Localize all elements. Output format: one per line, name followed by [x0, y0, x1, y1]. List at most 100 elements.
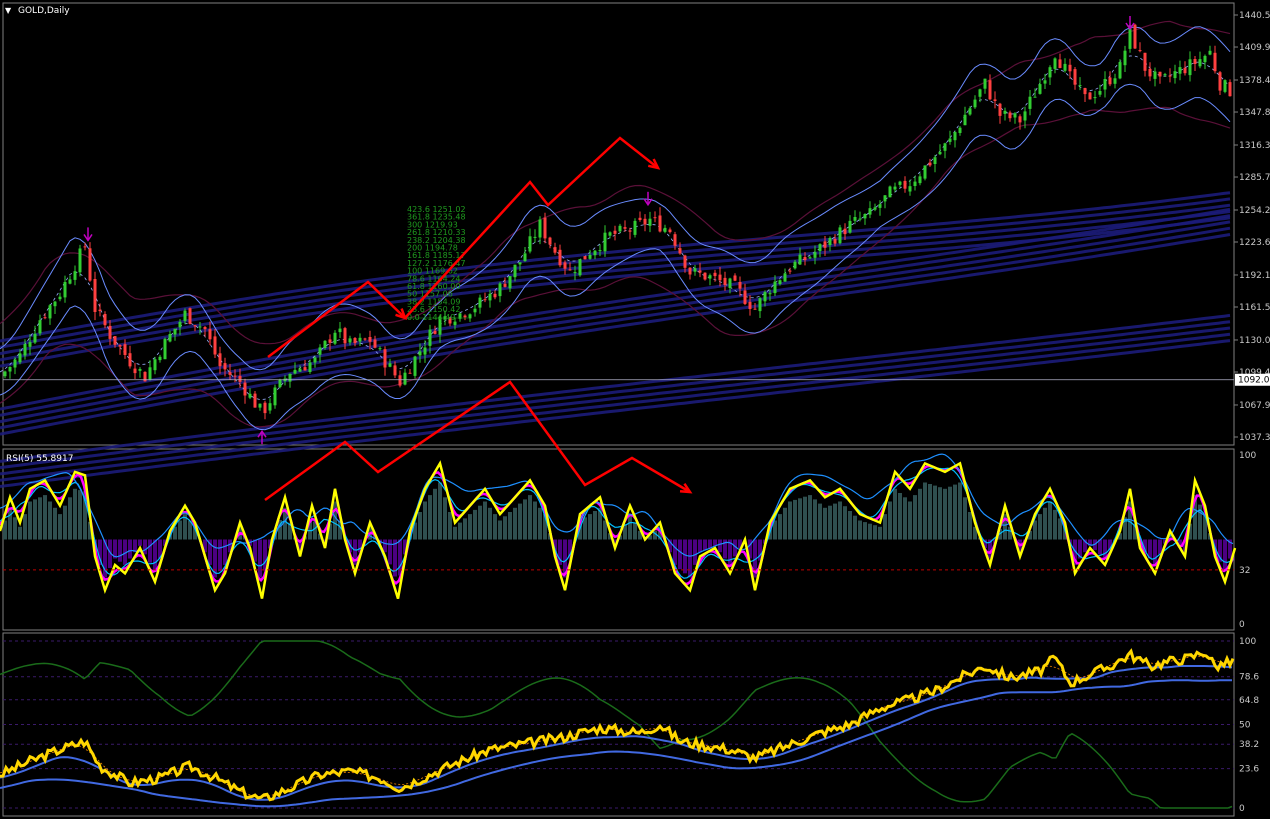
candle-body: [33, 333, 37, 343]
candle-body: [1048, 67, 1052, 78]
candle-body: [703, 272, 707, 280]
rsi-histogram-bar: [23, 514, 27, 540]
candle-body: [593, 250, 597, 256]
rsi-histogram-bar: [33, 499, 37, 540]
candle-body: [718, 274, 722, 281]
rsi-histogram-bar: [718, 539, 722, 553]
rsi-histogram-bar: [78, 490, 82, 540]
rsi-histogram-bar: [693, 539, 697, 565]
fib-level-label: 0.0 1144.49: [407, 313, 455, 322]
candle-body: [838, 227, 842, 244]
candle-body: [53, 301, 57, 307]
candle-body: [1113, 78, 1117, 84]
candle-body: [688, 267, 692, 275]
candle-body: [673, 234, 677, 246]
candle-body: [1193, 59, 1197, 64]
rsi-histogram-bar: [58, 514, 62, 540]
rsi-histogram-bar: [833, 503, 837, 540]
rsi-histogram-bar: [953, 484, 957, 540]
candle-body: [683, 255, 687, 268]
rsi-histogram-bar: [138, 539, 142, 546]
candle-body: [993, 99, 997, 101]
candle-body: [693, 268, 697, 272]
rsi-axis-label: 100: [1239, 451, 1256, 461]
candle-body: [423, 347, 427, 355]
rsi-histogram-bar: [73, 488, 77, 540]
candle-body: [1038, 84, 1042, 94]
candle-body: [108, 325, 112, 339]
rsi-histogram-bar: [473, 509, 477, 540]
candle-body: [1043, 80, 1047, 84]
candle-body: [923, 165, 927, 179]
rsi-histogram-bar: [488, 507, 492, 540]
candle-body: [1073, 69, 1077, 85]
axis-tick-label: 1347.80: [1239, 108, 1270, 118]
osc-axis-label: 38.2: [1239, 740, 1259, 750]
candle-body: [538, 219, 542, 238]
osc-axis-label: 78.6: [1239, 673, 1259, 683]
rsi-histogram-bar: [778, 514, 782, 540]
rsi-histogram-bar: [143, 539, 147, 555]
candle-body: [783, 273, 787, 282]
candle-body: [1203, 55, 1207, 63]
rsi-histogram-bar: [893, 488, 897, 540]
candle-body: [948, 138, 952, 142]
candle-body: [173, 328, 177, 335]
rsi-histogram-bar: [898, 493, 902, 540]
rsi-histogram-bar: [913, 495, 917, 540]
candle-body: [833, 238, 837, 244]
candle-body: [213, 336, 217, 355]
rsi-histogram-bar: [148, 539, 152, 563]
candle-body: [938, 151, 942, 155]
osc-blue-line: [0, 665, 1233, 801]
candle-body: [1163, 74, 1167, 76]
rsi-histogram-bar: [63, 505, 67, 540]
channel-line: [0, 339, 1231, 488]
candle-body: [828, 238, 832, 246]
candle-body: [713, 272, 717, 277]
candle-body: [408, 372, 412, 374]
candle-body: [868, 208, 872, 215]
candle-body: [563, 262, 567, 269]
candle-body: [978, 89, 982, 97]
candle-body: [758, 298, 762, 312]
chart-menu-icon[interactable]: ▼: [5, 6, 12, 15]
candle-body: [558, 249, 562, 266]
candle-body: [233, 375, 237, 377]
candle-body: [988, 80, 992, 100]
rsi-histogram-bar: [878, 526, 882, 540]
candle-body: [968, 108, 972, 115]
candle-body: [68, 279, 72, 284]
candle-body: [963, 114, 967, 126]
candle-body: [618, 225, 622, 232]
candle-body: [383, 349, 387, 368]
candle-body: [1178, 67, 1182, 74]
candle-body: [818, 244, 822, 251]
candle-body: [1083, 88, 1087, 95]
current-price-label: 1092.00: [1238, 376, 1270, 386]
candle-body: [723, 277, 727, 285]
rsi-histogram-bar: [258, 539, 262, 578]
rsi-panel: 100 32 0: [0, 451, 1256, 630]
candle-body: [3, 371, 7, 377]
rsi-histogram-bar: [1033, 520, 1037, 540]
candle-body: [113, 336, 117, 345]
candle-body: [153, 359, 157, 371]
candle-body: [488, 293, 492, 301]
candle-body: [1013, 113, 1017, 118]
candle-body: [728, 278, 732, 288]
candle-body: [1088, 92, 1092, 100]
rsi-histogram-bar: [938, 487, 942, 540]
candle-body: [848, 220, 852, 233]
rsi-histogram-bar: [918, 488, 922, 540]
candle-body: [1033, 96, 1037, 98]
candle-body: [678, 248, 682, 254]
candle-body: [918, 176, 922, 184]
axis-tick-label: 1378.40: [1239, 76, 1270, 86]
candle-body: [168, 334, 172, 342]
candle-body: [428, 329, 432, 346]
rsi-histogram-bar: [508, 512, 512, 540]
candle-body: [1188, 59, 1192, 76]
rsi-histogram-bar: [698, 539, 702, 553]
candle-body: [878, 204, 882, 208]
